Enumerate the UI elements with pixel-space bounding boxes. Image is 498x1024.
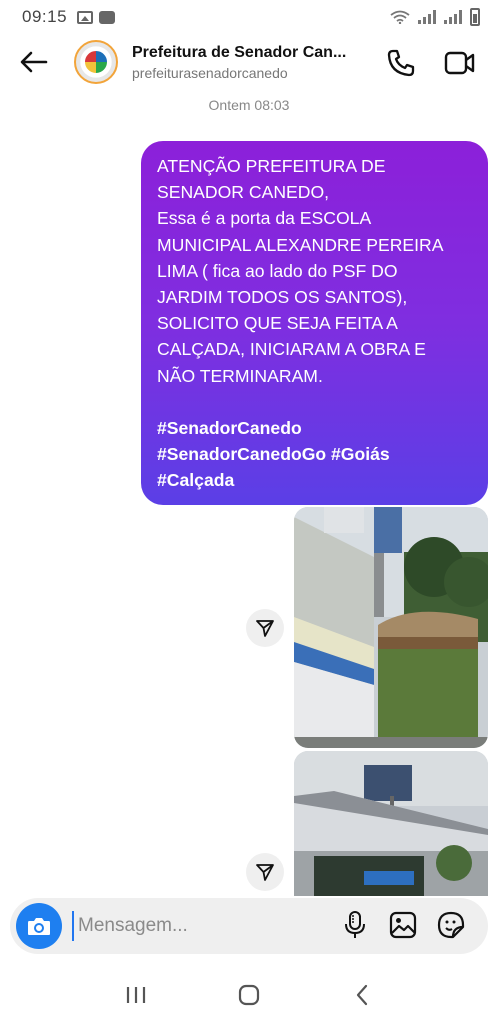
share-button[interactable] — [246, 853, 284, 891]
video-call-button[interactable] — [444, 48, 476, 78]
back-icon — [356, 984, 367, 1006]
avatar[interactable] — [74, 40, 118, 84]
recents-button[interactable] — [116, 975, 156, 1015]
send-icon — [256, 864, 274, 881]
message-timestamp: Ontem 08:03 — [208, 97, 290, 113]
back-button[interactable] — [14, 42, 54, 82]
system-navbar — [0, 966, 498, 1024]
message-hashtags: #SenadorCanedo #SenadorCanedoGo #Goiás #… — [157, 417, 390, 491]
back-arrow-icon — [20, 51, 48, 73]
call-button[interactable] — [386, 48, 416, 78]
phone-icon — [387, 49, 415, 77]
microphone-button[interactable] — [340, 910, 370, 940]
photo-school-building-street[interactable] — [294, 751, 488, 896]
sticker-button[interactable] — [436, 910, 466, 940]
camera-button[interactable] — [16, 903, 62, 949]
message-composer — [10, 898, 488, 954]
send-icon — [256, 620, 274, 637]
message-text: ATENÇÃO PREFEITURA DE SENADOR CANEDO, Es… — [157, 156, 444, 386]
back-nav-button[interactable] — [342, 975, 382, 1015]
image-icon — [77, 10, 94, 24]
battery-icon — [470, 8, 480, 26]
status-time: 09:15 — [22, 7, 68, 26]
signal-icon — [444, 10, 462, 24]
contact-name: Prefeitura de Senador Can... — [132, 43, 347, 61]
wifi-icon — [390, 10, 410, 24]
message-bubble[interactable]: ATENÇÃO PREFEITURA DE SENADOR CANEDO, Es… — [141, 141, 488, 505]
photo-school-wall-dumpster[interactable] — [294, 507, 488, 748]
video-camera-icon — [444, 51, 475, 75]
microphone-icon — [345, 911, 365, 938]
share-button[interactable] — [246, 609, 284, 647]
voicemail-icon — [99, 10, 116, 24]
logo-seal-icon — [81, 47, 111, 77]
message-input[interactable] — [72, 911, 272, 941]
sticker-icon — [437, 911, 465, 939]
camera-icon — [28, 918, 50, 935]
gallery-button[interactable] — [388, 910, 418, 940]
contact-username: prefeiturasenadorcanedo — [132, 64, 288, 81]
home-button[interactable] — [229, 975, 269, 1015]
signal-icon — [418, 10, 436, 24]
home-icon — [238, 984, 260, 1006]
status-bar: 09:15 — [0, 0, 498, 34]
recents-icon — [127, 987, 146, 1003]
gallery-icon — [389, 911, 417, 939]
chat-header: Prefeitura de Senador Can... prefeituras… — [0, 34, 498, 90]
contact-info[interactable]: Prefeitura de Senador Can... prefeituras… — [132, 44, 362, 81]
